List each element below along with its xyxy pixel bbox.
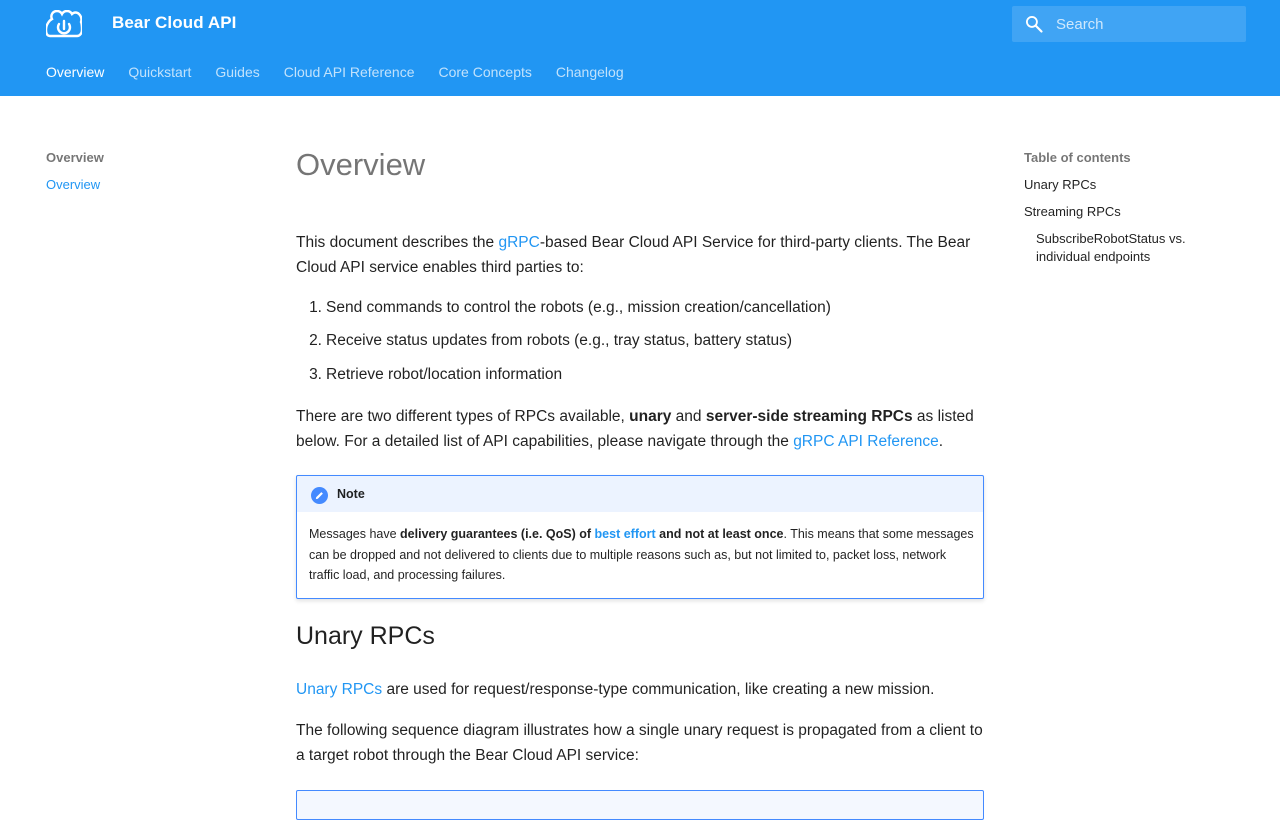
tab-changelog[interactable]: Changelog bbox=[556, 62, 624, 82]
note-title: Note bbox=[337, 487, 365, 501]
toc-item-streaming-rpcs[interactable]: Streaming RPCs bbox=[1024, 204, 1224, 220]
site-title[interactable]: Bear Cloud API bbox=[112, 13, 237, 33]
toc-item-unary-rpcs[interactable]: Unary RPCs bbox=[1024, 177, 1224, 193]
grpc-api-reference-link[interactable]: gRPC API Reference bbox=[793, 433, 939, 450]
sidebar-nav: Overview Overview bbox=[46, 150, 246, 193]
rpc-text: There are two different types of RPCs av… bbox=[296, 408, 630, 425]
list-item-text: Send commands to control the robots (e.g… bbox=[326, 299, 831, 316]
note-bold: and not at least once bbox=[655, 527, 784, 541]
list-item-text: Receive status updates from robots (e.g.… bbox=[326, 332, 793, 349]
note-text: Messages have bbox=[309, 527, 401, 541]
top-tabs: Overview Quickstart Guides Cloud API Ref… bbox=[46, 62, 648, 82]
unary-rpcs-heading: Unary RPCs bbox=[296, 622, 435, 650]
note-header: Note bbox=[297, 476, 983, 512]
streaming-bold: server-side streaming RPCs bbox=[705, 408, 913, 425]
cloud-power-icon[interactable] bbox=[46, 10, 82, 38]
search-input[interactable] bbox=[1056, 6, 1238, 42]
top-header: Bear Cloud API Overview Quickstart Guide… bbox=[0, 0, 1280, 96]
toc-title: Table of contents bbox=[1024, 150, 1131, 165]
note-body: Messages have delivery guarantees (i.e. … bbox=[309, 524, 975, 586]
page-title: Overview bbox=[296, 147, 426, 182]
toc-item-subscriberobotstatus[interactable]: SubscribeRobotStatus vs. individual endp… bbox=[1036, 230, 1216, 266]
tab-quickstart[interactable]: Quickstart bbox=[128, 62, 191, 82]
list-item: 2. Receive status updates from robots (e.… bbox=[309, 332, 793, 349]
tab-core-concepts[interactable]: Core Concepts bbox=[438, 62, 531, 82]
sidebar-title: Overview bbox=[46, 150, 104, 165]
sidebar-item-overview[interactable]: Overview bbox=[46, 177, 246, 193]
tab-guides[interactable]: Guides bbox=[215, 62, 259, 82]
unary-bold: unary bbox=[629, 408, 672, 425]
rpc-types-paragraph: There are two different types of RPCs av… bbox=[296, 404, 996, 454]
search-icon[interactable] bbox=[1024, 14, 1044, 34]
note-bold: delivery guarantees (i.e. QoS) of bbox=[400, 527, 595, 541]
rpc-text: and bbox=[671, 408, 706, 425]
sequence-diagram-paragraph: The following sequence diagram illustrat… bbox=[296, 722, 983, 764]
tab-overview[interactable]: Overview bbox=[46, 62, 104, 82]
intro-prefix: This document describes the bbox=[296, 234, 499, 251]
rpc-text: . bbox=[938, 433, 944, 450]
note-admonition: Note Messages have delivery guarantees (… bbox=[296, 475, 984, 599]
unary-paragraph: Unary RPCs are used for request/response… bbox=[296, 677, 996, 702]
list-item: 3. Retrieve robot/location information bbox=[309, 366, 563, 383]
unary-text: are used for request/response-type commu… bbox=[382, 681, 935, 698]
list-item-text: Retrieve robot/location information bbox=[326, 366, 563, 383]
tab-cloud-api-reference[interactable]: Cloud API Reference bbox=[284, 62, 415, 82]
list-item: 1. Send commands to control the robots (e… bbox=[309, 299, 831, 316]
main-content: Overview This document describes the gRP… bbox=[296, 145, 984, 820]
grpc-link[interactable]: gRPC bbox=[498, 234, 539, 251]
unary-rpcs-link[interactable]: Unary RPCs bbox=[296, 681, 382, 698]
best-effort-link[interactable]: best effort bbox=[595, 527, 656, 541]
table-of-contents: Table of contents Unary RPCs Streaming R… bbox=[1024, 150, 1224, 266]
pencil-icon bbox=[311, 487, 328, 504]
admonition-box bbox=[296, 790, 984, 820]
search-box[interactable] bbox=[1012, 6, 1246, 42]
intro-paragraph: This document describes the gRPC-based B… bbox=[296, 230, 986, 280]
